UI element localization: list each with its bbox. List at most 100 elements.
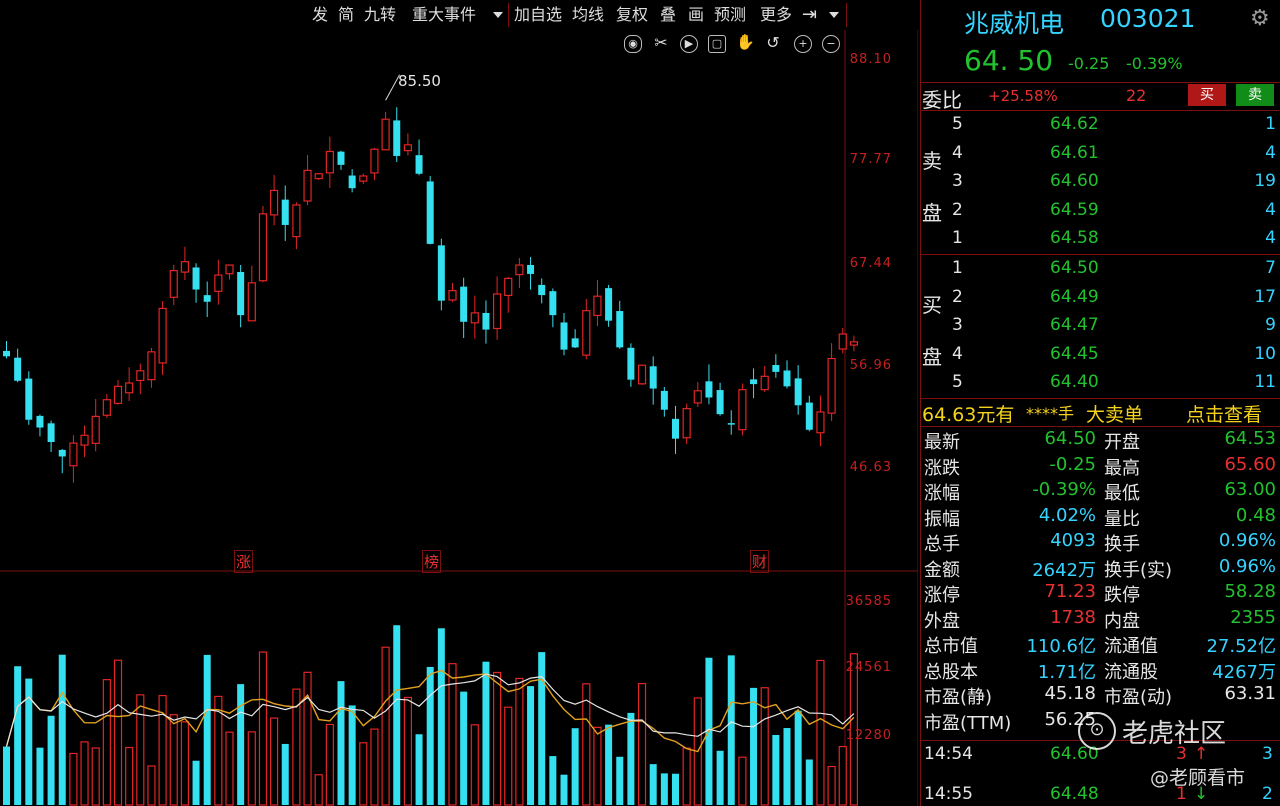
toolbar-item-fa[interactable]: 发 [312, 4, 328, 26]
candlestick [69, 435, 78, 483]
bid-row[interactable]: 3 64.47 9 [920, 315, 1280, 343]
volume-bar [14, 666, 22, 805]
tick-time: 14:54 [924, 744, 973, 764]
stat-label: 开盘 [1104, 432, 1140, 453]
volume-bar [716, 750, 724, 805]
volume-bar [136, 694, 145, 806]
ask-price: 64.61 [1050, 142, 1099, 163]
toolbar-item-events[interactable]: 重大事件 [412, 4, 476, 26]
volume-axis-label: 36585 [845, 594, 892, 609]
candlestick [359, 173, 368, 185]
candlestick [760, 365, 769, 392]
candlestick [605, 284, 613, 327]
candlestick [14, 348, 22, 383]
stat-label: 量比 [1104, 508, 1140, 530]
volume-bar [460, 691, 468, 805]
stat-label: 涨跌 [924, 457, 960, 479]
ask-row[interactable]: 4 64.61 4 [920, 143, 1280, 171]
weibi-label: 委比 [922, 88, 962, 112]
ask-row[interactable]: 2 64.59 4 [920, 200, 1280, 228]
bid-row[interactable]: 4 64.45 10 [920, 344, 1280, 372]
candlestick [403, 133, 412, 156]
volume-bar [738, 756, 747, 806]
stat-value: 0.96% [1218, 530, 1276, 551]
candlestick [470, 295, 479, 339]
stat-label: 市盈(静) [924, 687, 993, 708]
chart-toolbar: 发 简 九转 重大事件 加自选 均线 复权 叠 画 预测 更多 ⇥ [0, 0, 918, 30]
candlestick [25, 371, 33, 425]
ask-row[interactable]: 1 64.58 4 [920, 228, 1280, 256]
toolbar-item-more[interactable]: 更多 [760, 4, 792, 26]
bid-row[interactable]: 2 64.49 17 [920, 287, 1280, 315]
stat-value: 110.6亿 [1026, 636, 1096, 657]
ask-row[interactable]: 5 64.62 1 [920, 114, 1280, 142]
stock-name: 兆威机电 [964, 9, 1065, 38]
event-marker[interactable]: 财 [750, 550, 770, 573]
bid-row[interactable]: 5 64.40 11 [920, 372, 1280, 400]
toolbar-item-jiuzhuan[interactable]: 九转 [364, 4, 396, 26]
weibi-value: +25.58% [988, 87, 1058, 105]
bid-vol: 10 [1254, 343, 1276, 364]
volume-bar [80, 741, 89, 806]
volume-bar [125, 746, 134, 806]
ask-lvl: 2 [952, 199, 963, 220]
toolbar-item-jian[interactable]: 简 [338, 4, 354, 26]
stat-value: 4093 [1050, 530, 1096, 551]
volume-bar [538, 652, 546, 805]
toolbar-divider [508, 3, 509, 27]
candlestick [180, 246, 189, 281]
candlestick [682, 403, 691, 444]
stat-label: 最高 [1104, 457, 1140, 479]
candlestick [147, 347, 156, 388]
toolbar-item-adjust[interactable]: 复权 [616, 4, 648, 26]
candlestick [750, 368, 758, 399]
collapse-right-icon[interactable]: ⇥ [802, 4, 817, 26]
ask-row[interactable]: 3 64.60 19 [920, 171, 1280, 199]
buy-button[interactable]: 买 [1188, 84, 1226, 106]
volume-bar [258, 651, 268, 806]
volume-bar [750, 687, 758, 805]
big-order-alert[interactable]: 64.63元有 ****手 大卖单 点击查看 [920, 400, 1280, 426]
big-order-link[interactable]: 点击查看 [1186, 400, 1262, 427]
bid-lvl: 2 [952, 286, 963, 307]
volume-bar [527, 686, 535, 805]
volume-bar [415, 734, 423, 805]
tick-price: 64.48 [1050, 784, 1099, 804]
candlestick [3, 340, 10, 359]
candlestick [337, 150, 345, 170]
toolbar-item-ma[interactable]: 均线 [572, 4, 604, 26]
toolbar-item-draw[interactable]: 画 [688, 4, 704, 26]
candlestick [169, 264, 178, 306]
kline-chart[interactable] [0, 30, 918, 806]
candlestick [738, 383, 747, 436]
volume-bar [838, 745, 847, 806]
quote-panel: 兆威机电 003021 ⚙ 64. 50 -0.25 -0.39% 委比 +25… [920, 0, 1280, 806]
volume-bar [348, 705, 356, 805]
stat-value: 0.96% [1218, 555, 1276, 577]
volume-bar [47, 715, 55, 805]
stat-label: 跌停 [1104, 585, 1140, 606]
tick-time: 14:55 [924, 784, 973, 804]
bid-row[interactable]: 1 64.50 7 [920, 258, 1280, 286]
toolbar-item-add-watchlist[interactable]: 加自选 [514, 4, 562, 26]
toolbar-item-predict[interactable]: 预测 [714, 4, 746, 26]
volume-bar [426, 666, 434, 805]
candlestick [58, 449, 66, 474]
volume-bar [147, 765, 156, 806]
candlestick [705, 364, 713, 405]
toolbar-item-overlay[interactable]: 叠 [660, 4, 676, 26]
event-marker[interactable]: 涨 [234, 550, 254, 573]
tick-n: 3 [1262, 744, 1273, 764]
gear-icon[interactable]: ⚙ [1250, 6, 1270, 31]
ask-vol: 4 [1265, 142, 1276, 163]
chevron-down-icon[interactable] [493, 12, 503, 18]
ask-lvl: 1 [952, 228, 963, 248]
volume-bar [649, 764, 657, 805]
candlestick [225, 264, 234, 280]
high-price-marker: 85.50 [398, 72, 441, 90]
event-marker[interactable]: 榜 [422, 550, 442, 573]
chevron-down-icon[interactable] [829, 12, 839, 18]
candlestick [693, 382, 702, 408]
sell-button[interactable]: 卖 [1236, 84, 1274, 106]
stat-value: 63.00 [1224, 479, 1276, 500]
